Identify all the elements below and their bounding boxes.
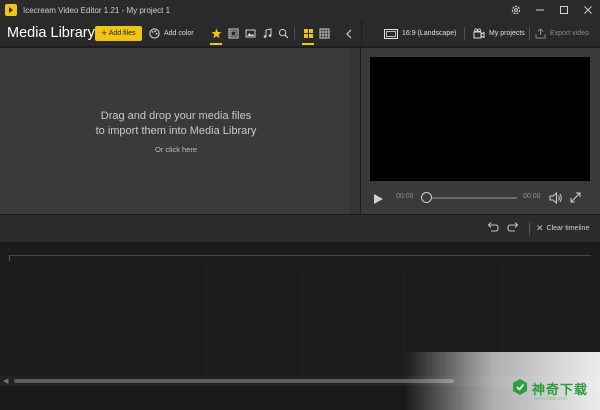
aspect-ratio-icon [384, 28, 398, 39]
toolbar-divider [529, 27, 530, 40]
watermark-subtext: www.sqxz.com [534, 396, 568, 402]
clear-timeline-label: Clear timeline [546, 225, 590, 232]
list-view-icon[interactable] [317, 26, 331, 41]
play-icon[interactable] [372, 192, 384, 204]
add-files-label: Add files [108, 30, 136, 37]
video-filter-icon[interactable] [226, 26, 240, 41]
clear-timeline-button[interactable]: ✕ Clear timeline [536, 222, 589, 235]
maximize-button[interactable] [552, 0, 576, 20]
toolbar-divider [464, 27, 465, 40]
close-icon: ✕ [536, 223, 544, 233]
add-files-button[interactable]: + Add files [95, 26, 142, 41]
window-title: Icecream Video Editor 1.21 - My project … [23, 5, 171, 15]
drop-hint-line1: Drag and drop your media files [100, 110, 252, 122]
redo-icon[interactable] [507, 221, 521, 235]
projects-icon [473, 28, 485, 38]
active-filter-indicator [210, 43, 222, 45]
toolbar-divider [529, 222, 530, 235]
export-video-button[interactable]: Export video [535, 26, 589, 41]
undo-icon[interactable] [485, 221, 499, 235]
export-video-label: Export video [550, 30, 589, 37]
timeline-grid-line [403, 266, 404, 376]
palette-icon [149, 28, 160, 39]
app-logo-icon [5, 4, 17, 16]
seek-handle[interactable] [421, 192, 432, 203]
total-time: 00:00 [523, 193, 541, 200]
aspect-ratio-button[interactable]: 16:9 (Landscape) [384, 26, 456, 41]
scroll-left-icon[interactable]: ◀ [3, 377, 8, 385]
title-bar: Icecream Video Editor 1.21 - My project … [0, 0, 600, 20]
video-preview-screen [370, 57, 590, 181]
timeline-ruler-tick [9, 255, 10, 261]
star-icon[interactable] [209, 26, 223, 45]
seek-bar[interactable] [423, 197, 517, 199]
volume-icon[interactable] [549, 191, 563, 205]
timeline-grid-line [302, 266, 303, 376]
drop-hint-line2: to import them into Media Library [95, 125, 257, 137]
click-here-link[interactable]: Or click here [0, 145, 352, 154]
close-button[interactable] [576, 0, 600, 20]
add-color-button[interactable]: Add color [149, 26, 194, 41]
window-controls [504, 0, 600, 20]
my-projects-label: My projects [489, 30, 525, 37]
aspect-ratio-label: 16:9 (Landscape) [402, 30, 457, 37]
image-filter-icon[interactable] [243, 26, 257, 41]
panel-divider [361, 20, 362, 47]
active-view-indicator [302, 43, 314, 45]
minimize-button[interactable] [528, 0, 552, 20]
plus-icon: + [101, 28, 107, 38]
export-icon [535, 28, 546, 39]
timeline-grid-line [207, 266, 208, 376]
collapse-panel-icon[interactable] [342, 26, 356, 41]
toolbar-divider [294, 27, 295, 40]
add-color-label: Add color [164, 30, 194, 37]
fullscreen-icon[interactable] [569, 191, 582, 204]
grid-view-icon[interactable] [301, 26, 315, 45]
music-filter-icon[interactable] [260, 26, 274, 41]
scrollbar-thumb[interactable] [14, 379, 454, 383]
main-toolbar: Media Library + Add files Add color 16:9… [0, 20, 600, 47]
timeline-ruler [9, 255, 591, 256]
search-icon[interactable] [276, 26, 290, 41]
media-library-title: Media Library [7, 25, 95, 41]
watermark-logo-icon [511, 378, 529, 396]
current-time: 00:00 [396, 193, 414, 200]
settings-icon[interactable] [504, 0, 528, 20]
my-projects-button[interactable]: My projects [473, 26, 525, 41]
